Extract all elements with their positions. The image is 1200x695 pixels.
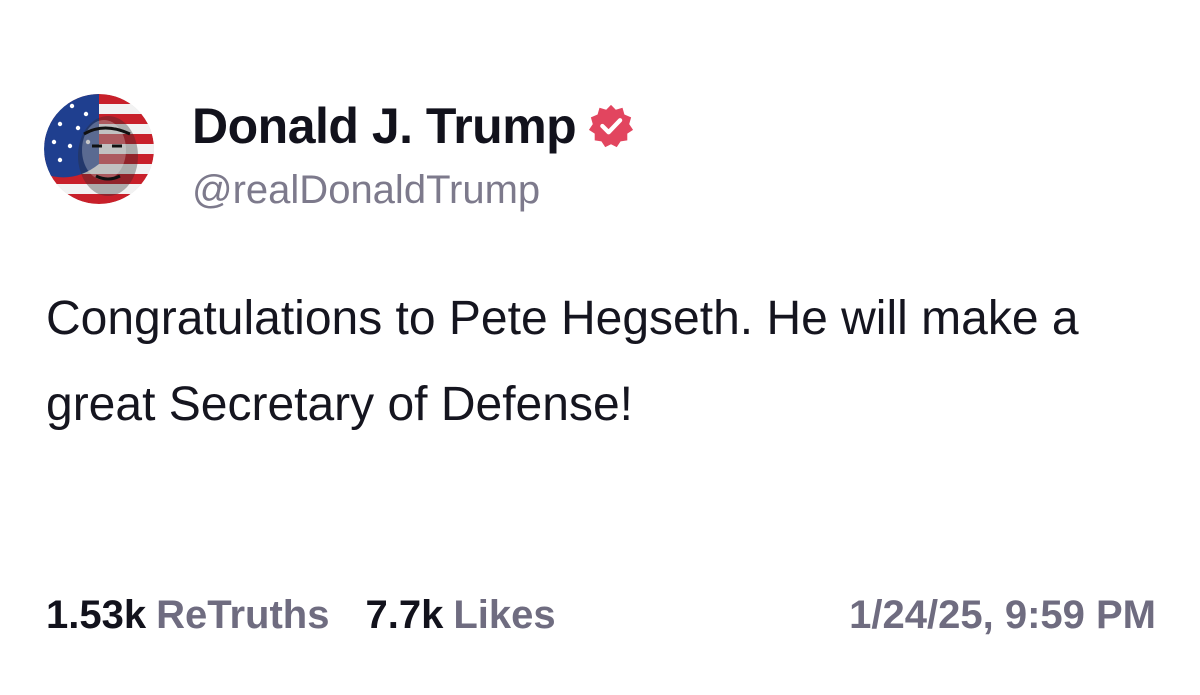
- post-timestamp[interactable]: 1/24/25, 9:59 PM: [849, 585, 1156, 645]
- avatar[interactable]: [44, 94, 154, 204]
- retruths-stat[interactable]: 1.53k ReTruths: [46, 585, 329, 645]
- author-name-row: Donald J. Trump: [192, 96, 634, 156]
- retruths-count: 1.53k: [46, 593, 147, 637]
- post-text: Congratulations to Pete Hegseth. He will…: [46, 292, 1079, 431]
- likes-count: 7.7k: [365, 593, 444, 637]
- avatar-image: [44, 94, 154, 204]
- author-display-name[interactable]: Donald J. Trump: [192, 96, 577, 156]
- likes-stat[interactable]: 7.7k Likes: [365, 585, 555, 645]
- retruths-label: ReTruths: [156, 593, 330, 637]
- likes-label: Likes: [453, 593, 556, 637]
- author-handle[interactable]: @realDonaldTrump: [192, 162, 540, 218]
- verified-check-icon: [588, 103, 634, 149]
- post-stats: 1.53k ReTruths 7.7k Likes 1/24/25, 9:59 …: [46, 585, 1156, 645]
- post-card: Donald J. Trump @realDonaldTrump Congrat…: [0, 0, 1200, 695]
